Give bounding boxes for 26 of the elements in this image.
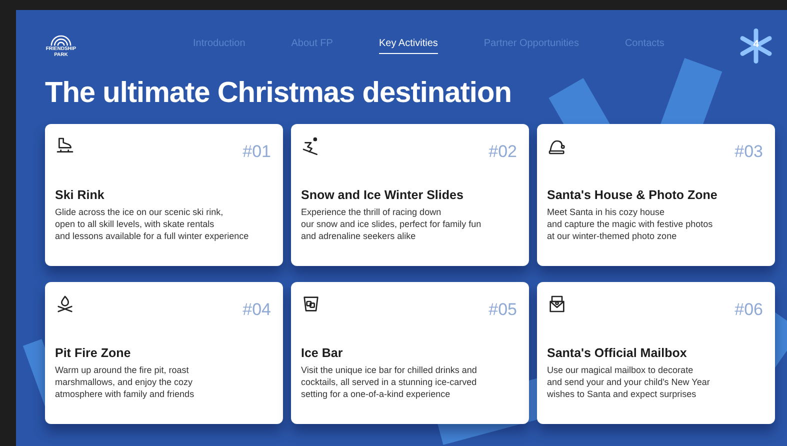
card-number: #04 <box>242 300 271 320</box>
card-number: #01 <box>242 142 271 162</box>
card-title: Santa's Official Mailbox <box>547 346 688 360</box>
card-description: Use our magical mailbox to decorate and send your and your child's New Year wishes to Santa and expect surprises <box>547 364 711 400</box>
card-title: Snow and Ice Winter Slides <box>301 188 464 202</box>
card-title: Ski Rink <box>55 188 106 202</box>
card-number: #05 <box>488 300 517 320</box>
snowflake-icon <box>738 28 774 64</box>
card-title: Ice Bar <box>301 346 344 360</box>
card-number: #03 <box>734 142 763 162</box>
card-title: Santa's House & Photo Zone <box>547 188 718 202</box>
card-description: Glide across the ice on our scenic ski rink, open to all skill levels, with skate rentals and lessons available for a full winter experience <box>55 206 250 242</box>
rainbow-icon <box>49 34 73 46</box>
page-title: The ultimate Christmas destination <box>45 76 512 110</box>
glass-icon <box>301 294 321 314</box>
card-description: Meet Santa in his cozy house and capture the magic with festive photos at our winter-themed photo zone <box>547 206 714 242</box>
card-description: Warm up around the fire pit, roast marshmallows, and enjoy the cozy atmosphere with family and friends <box>55 364 196 400</box>
mailbox-icon <box>547 294 567 314</box>
page-number: 4 <box>752 39 760 50</box>
nav-tab[interactable]: Key Activities <box>378 38 438 54</box>
card-number: #02 <box>488 142 517 162</box>
card-description: Visit the unique ice bar for chilled drinks and cocktails, all served in a stunning ice-carved setting for a one-of-a-kind experience <box>301 364 478 400</box>
card-title: Pit Fire Zone <box>55 346 132 360</box>
campfire-icon <box>55 294 75 314</box>
card-description: Experience the thrill of racing down our snow and ice slides, perfect for family fun and adrenaline seekers alike <box>301 206 482 242</box>
card-number: #06 <box>734 300 763 320</box>
